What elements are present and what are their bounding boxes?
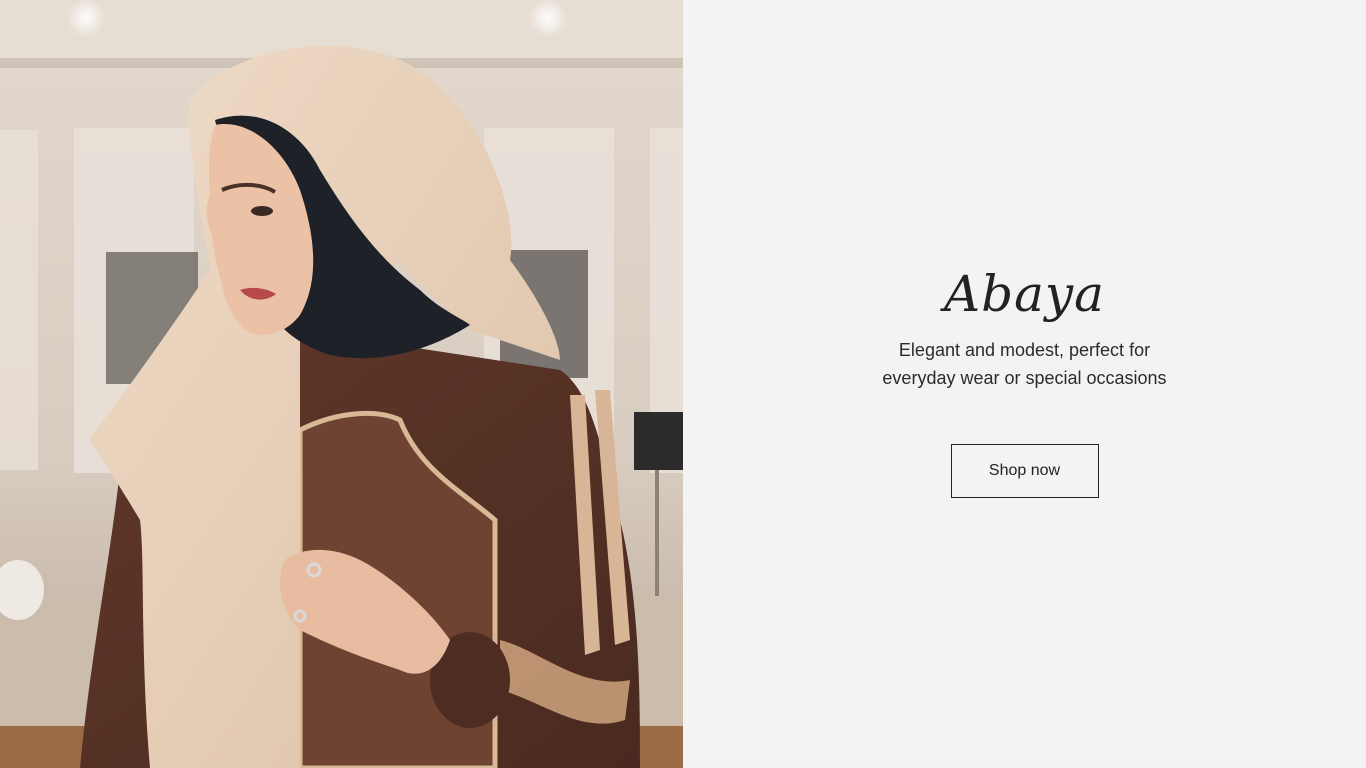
hero-text-panel: Abaya Elegant and modest, perfect for ev… <box>683 0 1366 768</box>
model-photo-illustration <box>0 0 683 768</box>
shop-now-button[interactable]: Shop now <box>950 444 1099 498</box>
hero-subtitle: Elegant and modest, perfect for everyday… <box>882 340 1167 388</box>
hero-content: Abaya Elegant and modest, perfect for ev… <box>683 262 1366 498</box>
hero-banner: Abaya Elegant and modest, perfect for ev… <box>0 0 1366 768</box>
hero-title: Abaya <box>944 265 1105 323</box>
hero-image <box>0 0 683 768</box>
